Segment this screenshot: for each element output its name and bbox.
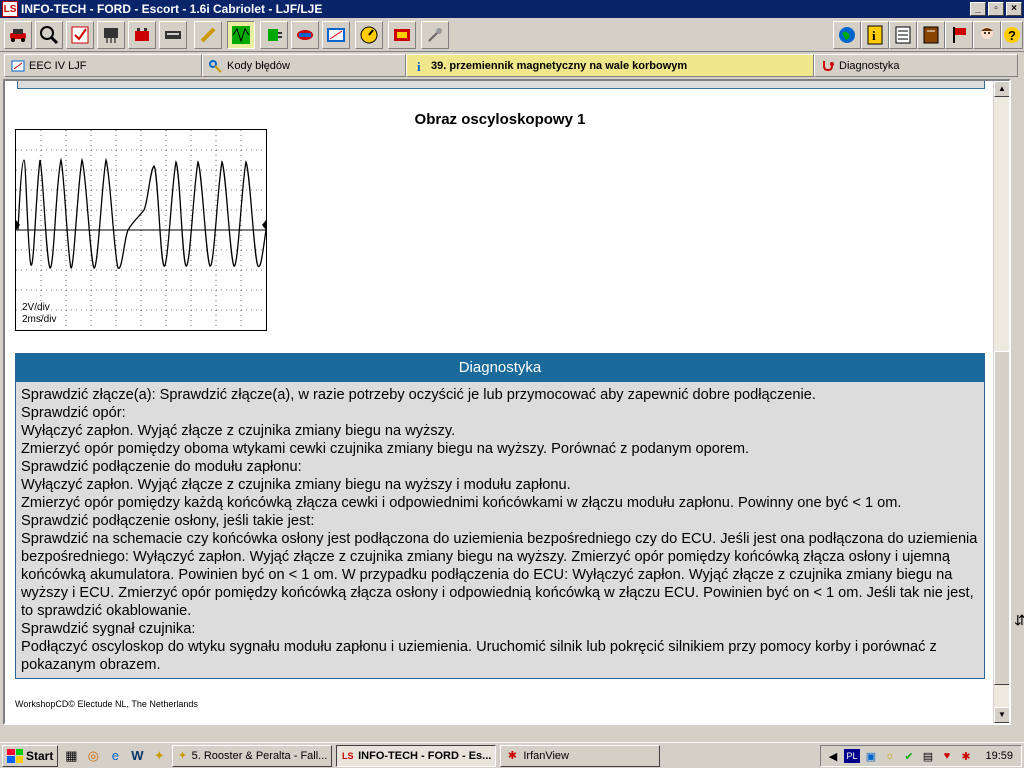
winamp-quicklaunch-icon[interactable]: ✦	[150, 747, 168, 765]
taskbar-item-irfanview[interactable]: ✱ IrfanView	[500, 744, 661, 767]
maximize-button[interactable]: ▫	[988, 2, 1004, 16]
language-indicator[interactable]: PL	[844, 749, 860, 763]
ecu-icon[interactable]	[388, 21, 416, 49]
diagnostics-line: Zmierzyć opór pomiędzy oboma wtykami cew…	[21, 441, 750, 457]
connector-icon[interactable]	[97, 21, 125, 49]
winamp-icon: ✦	[177, 750, 188, 762]
tab-bar: EEC IV LJF Kody błędów i 39. przemiennik…	[0, 53, 1024, 78]
oscilloscope-image: 2V/div 2ms/div	[15, 129, 267, 331]
diagnostics-title: Diagnostyka	[16, 354, 984, 382]
key-icon	[209, 59, 223, 73]
flag-icon[interactable]	[945, 21, 973, 49]
app-logo-icon: LS	[341, 750, 354, 761]
diagnostics-line: Sprawdzić na schemacie czy końcówka osło…	[21, 531, 978, 619]
info-icon: i	[413, 59, 427, 73]
pencil-icon[interactable]	[194, 21, 222, 49]
copyright-footer: WorkshopCD© Electude NL, The Netherlands	[15, 699, 198, 709]
diagnostics-line: Sprawdzić podłączenie osłony, jeśli taki…	[21, 513, 315, 529]
svg-text:?: ?	[1008, 28, 1016, 43]
taskbar: Start ▦ ◎ e W ✦ ✦ 5. Rooster & Peralta -…	[0, 742, 1024, 768]
tab-crankshaft-sensor[interactable]: i 39. przemiennik magnetyczny na wale ko…	[406, 54, 814, 77]
printer-icon[interactable]: ▤	[920, 748, 936, 764]
diagnostics-line: Sprawdzić opór:	[21, 405, 126, 421]
dashboard-icon[interactable]	[355, 21, 383, 49]
close-button[interactable]: ×	[1006, 2, 1022, 16]
irfanview-icon: ✱	[507, 750, 517, 762]
weather-icon[interactable]: ☼	[882, 748, 898, 764]
scope-time-label: 2ms/div	[22, 314, 57, 325]
scroll-thumb[interactable]	[994, 351, 1009, 685]
word-icon[interactable]: W	[128, 747, 146, 765]
globe-icon[interactable]	[833, 21, 861, 49]
tab-fault-codes[interactable]: Kody błędów	[202, 54, 406, 77]
diagnostics-line: Wyłączyć zapłon. Wyjąć złącze z czujnika…	[21, 423, 456, 439]
plug-icon[interactable]	[260, 21, 288, 49]
taskbar-item-label: INFO-TECH - FORD - Es...	[358, 749, 492, 762]
diagnostics-line: Wyłączyć zapłon. Wyjąć złącze z czujnika…	[21, 477, 571, 493]
diagnostics-body: Sprawdzić złącze(a): Sprawdzić złącze(a)…	[16, 382, 984, 678]
svg-text:i: i	[872, 28, 876, 43]
tab-label: EEC IV LJF	[29, 59, 87, 72]
taskbar-item-label: IrfanView	[523, 749, 569, 762]
checklist-icon[interactable]	[66, 21, 94, 49]
module-icon[interactable]	[322, 21, 350, 49]
tab-label: Diagnostyka	[839, 59, 900, 72]
book-icon[interactable]	[917, 21, 945, 49]
windows-logo-icon	[7, 748, 23, 763]
svg-text:i: i	[417, 59, 421, 73]
taskbar-item-label: 5. Rooster & Peralta - Fall...	[191, 749, 328, 762]
tab-eec-iv[interactable]: EEC IV LJF	[4, 54, 202, 77]
help-icon[interactable]: ?	[1001, 21, 1023, 49]
module-icon	[11, 59, 25, 73]
clock[interactable]: 19:59	[985, 750, 1013, 762]
previous-section-box	[17, 81, 985, 89]
oscilloscope-trace	[16, 130, 267, 330]
show-desktop-icon[interactable]: ▦	[62, 747, 80, 765]
content-pane[interactable]: Obraz oscyloskopowy 1 2V/div 2ms/div Dia…	[3, 79, 1011, 725]
scope-volt-label: 2V/div	[22, 302, 50, 313]
start-label: Start	[26, 748, 54, 763]
scroll-up-button[interactable]: ▲	[994, 81, 1009, 97]
diagnostics-line: Podłączyć oscyloskop do wtyku sygnału mo…	[21, 639, 937, 673]
minimize-button[interactable]: _	[970, 2, 986, 16]
person-icon[interactable]	[973, 21, 1001, 49]
app-tray-icon[interactable]: ♥	[939, 748, 955, 764]
info-icon[interactable]: i	[861, 21, 889, 49]
antivirus-icon[interactable]: ✔	[901, 748, 917, 764]
window-title: INFO-TECH - FORD - Escort - 1.6i Cabriol…	[21, 2, 323, 16]
tab-diagnostics[interactable]: Diagnostyka	[814, 54, 1018, 77]
scroll-down-button[interactable]: ▼	[994, 707, 1009, 723]
internet-explorer-icon[interactable]: e	[106, 747, 124, 765]
list-icon[interactable]	[889, 21, 917, 49]
diagnostics-line: Sprawdzić złącze(a): Sprawdzić złącze(a)…	[21, 387, 816, 403]
network-icon[interactable]: ▣	[863, 748, 879, 764]
speaker-icon[interactable]: ◀	[825, 748, 841, 764]
main-toolbar: i ?	[0, 18, 1024, 52]
tools-tray-icon[interactable]: ✱	[958, 748, 974, 764]
diagnostics-line: Sprawdzić sygnał czujnika:	[21, 621, 196, 637]
app-logo-icon: LS	[2, 1, 18, 17]
diagnostics-line: Sprawdzić podłączenie do modułu zapłonu:	[21, 459, 302, 475]
system-tray: ◀ PL ▣ ☼ ✔ ▤ ♥ ✱ 19:59	[820, 745, 1022, 767]
diagnostics-box: Diagnostyka Sprawdzić złącze(a): Sprawdz…	[15, 353, 985, 679]
oscilloscope-icon[interactable]	[227, 21, 255, 49]
section-title: Obraz oscyloskopowy 1	[414, 111, 586, 128]
window-title-bar: LS INFO-TECH - FORD - Escort - 1.6i Cabr…	[0, 0, 1024, 18]
diagnostics-line: Zmierzyć opór pomiędzy każdą końcówką zł…	[21, 495, 902, 511]
taskbar-item-winamp[interactable]: ✦ 5. Rooster & Peralta - Fall...	[172, 744, 333, 767]
stethoscope-icon	[821, 59, 835, 73]
vertical-scrollbar[interactable]: ▲ ▼	[993, 81, 1009, 723]
quicklaunch-app-icon[interactable]: ◎	[84, 747, 102, 765]
taskbar-item-infotech[interactable]: LS INFO-TECH - FORD - Es...	[336, 744, 497, 767]
keyboard-icon[interactable]	[159, 21, 187, 49]
component-icon[interactable]	[291, 21, 319, 49]
search-icon[interactable]	[35, 21, 63, 49]
battery-icon[interactable]	[128, 21, 156, 49]
tab-label: 39. przemiennik magnetyczny na wale korb…	[431, 59, 688, 72]
start-button[interactable]: Start	[2, 744, 59, 767]
car-icon[interactable]	[4, 21, 32, 49]
pin-icon[interactable]	[421, 21, 449, 49]
tab-label: Kody błędów	[227, 59, 290, 72]
mouse-cursor-icon: ⇵	[1014, 612, 1024, 628]
